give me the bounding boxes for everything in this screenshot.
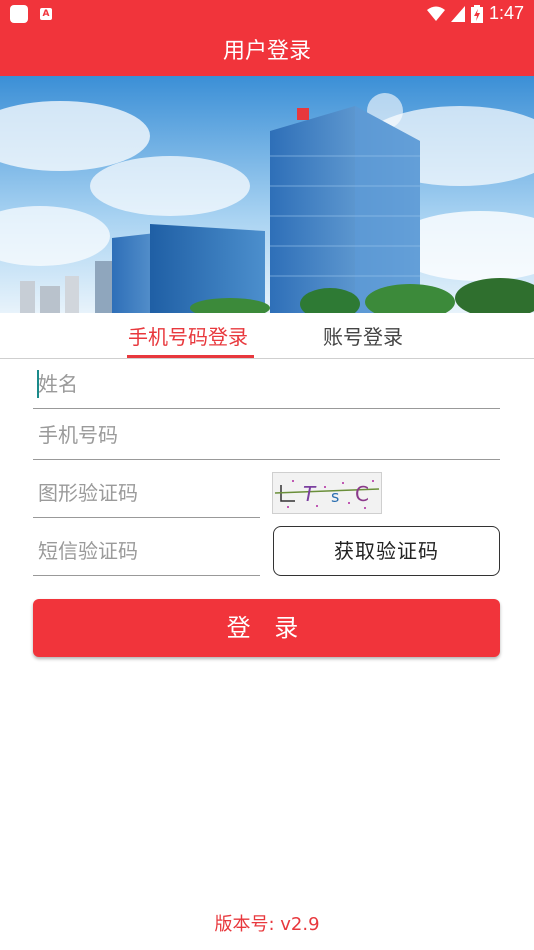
notification-a-icon: A <box>40 8 52 20</box>
tab-account-login[interactable]: 账号登录 <box>323 321 403 350</box>
tab-phone-login[interactable]: 手机号码登录 <box>128 321 248 350</box>
tab-active-indicator <box>127 355 254 358</box>
signal-icon <box>450 5 465 22</box>
login-button[interactable]: 登 录 <box>33 599 500 657</box>
status-time: 1:47 <box>488 3 524 23</box>
status-notifications: A <box>10 5 52 23</box>
captcha-image[interactable]: T s C <box>272 472 382 514</box>
svg-text:T: T <box>303 482 317 506</box>
battery-icon <box>470 4 483 23</box>
notification-app-icon <box>10 5 28 23</box>
page-title: 用户登录 <box>0 28 534 76</box>
login-tabs: 手机号码登录 账号登录 <box>0 313 534 359</box>
phone-input[interactable]: 手机号码 <box>33 410 500 460</box>
svg-text:C: C <box>355 482 369 506</box>
version-label: 版本号: v2.9 <box>214 914 320 935</box>
get-sms-code-button[interactable]: 获取验证码 <box>273 526 500 576</box>
wifi-icon <box>426 6 445 21</box>
banner-image <box>0 76 534 313</box>
svg-text:s: s <box>331 487 339 506</box>
text-cursor <box>37 370 39 398</box>
status-bar: A 1:47 <box>0 0 534 28</box>
name-input[interactable]: 姓名 <box>33 359 500 409</box>
status-indicators: 1:47 <box>426 3 524 24</box>
captcha-input[interactable]: 图形验证码 <box>33 468 260 518</box>
sms-code-input[interactable]: 短信验证码 <box>33 526 260 576</box>
